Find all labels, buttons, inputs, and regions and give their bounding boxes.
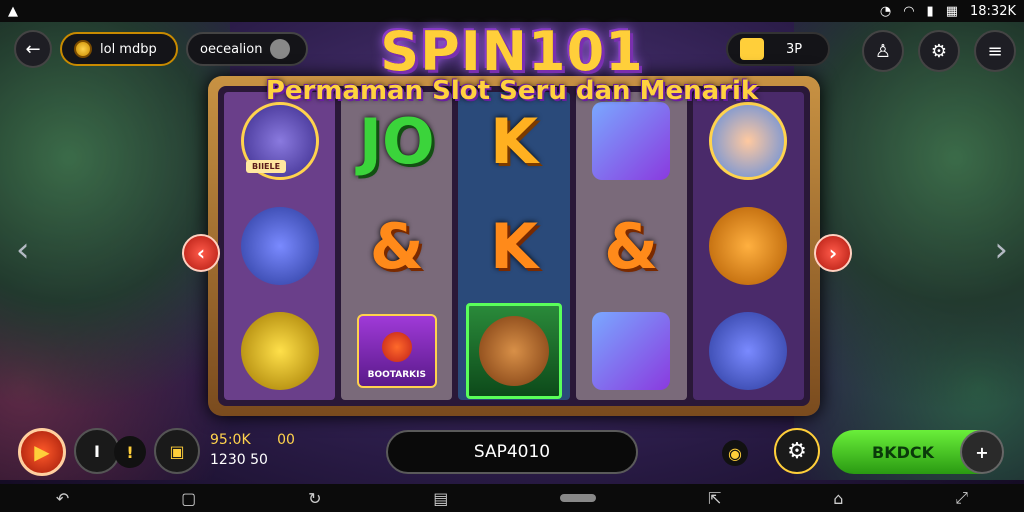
dog-symbol [709,311,788,390]
cube-symbol [592,311,671,390]
coin-small-icon: ◉ [728,443,742,463]
system-nav-bar: ↶ ▢ ↻ ▤ ⇱ ⌂ ⤢ [0,484,1024,512]
share-icon[interactable]: ⇱ [708,489,721,508]
symbol-ribbon: BIIELE [246,159,287,173]
square-icon[interactable]: ▢ [181,489,196,508]
screenshot-icon[interactable]: ▤ [433,489,448,508]
reel-cell: BOOTARKIS [341,301,452,400]
gamepad-icon[interactable]: ⌂ [833,489,843,508]
reel-3: KK [458,92,570,400]
spin-code-text: SAP4010 [473,442,551,462]
reel-cell: K [458,197,569,296]
pause-icon: I [94,441,100,461]
letter-symbol: & [604,209,659,283]
reel-1: BIIELE [224,92,336,400]
reel-cell [693,197,804,296]
back-nav-icon[interactable]: ↶ [56,489,69,508]
reel-cell [576,92,687,191]
play-icon: ▶ [34,440,50,464]
reel-cell: & [576,197,687,296]
prev-page-arrow[interactable]: ‹ [16,230,30,270]
alert-icon: ! [126,442,134,462]
home-pill-icon[interactable] [560,494,597,502]
reel-cell [693,92,804,191]
reel-left-arrow[interactable]: ‹ [182,234,220,272]
reel-cell: JO [341,92,452,191]
reel-cell [224,301,335,400]
fox-symbol [709,207,788,285]
bottom-bar: ▶ I ! ▣ 95:0K 00 1230 50 SAP4010 ◉ ⚙ BKD… [0,424,1024,480]
reel-cell [458,301,569,400]
spin-code-display: SAP4010 [386,430,638,474]
refresh-icon[interactable]: ↻ [308,489,321,508]
reel-cell [576,301,687,400]
flame-icon [381,331,412,362]
bear-icon [479,315,549,386]
dog-symbol [240,207,319,285]
info-button[interactable]: ! [114,436,146,468]
game-subtitle: Permaman Slot Seru dan Menarik [265,76,759,106]
bottom-settings-button[interactable]: ⚙ [774,428,820,474]
letter-symbol: & [369,209,424,283]
clock-time: 18:32K [970,3,1016,19]
cube-symbol [592,102,671,181]
card-symbol: BOOTARKIS [356,313,437,388]
letter-symbol: K [489,209,539,283]
reel-5 [692,92,805,400]
signal-icon: ▦ [945,3,958,19]
warning-triangle-icon: ▲ [8,3,18,19]
game-screen: ▲ ◔ ◠ ▮ ▦ 18:32K ← lol mdbp oecealion 3P… [0,0,1024,512]
reel-cell: BIIELE [224,92,335,191]
play-button[interactable]: ▶ [18,428,66,476]
girl-symbol [709,102,788,181]
reel-right-arrow[interactable]: › [814,234,852,272]
slot-frame: BIIELE JO & BOOTARKIS K K & [208,76,820,416]
card-label: BOOTARKIS [367,369,426,380]
plus-button[interactable]: + [960,430,1004,474]
gear-icon: ⚙ [787,438,807,464]
plus-icon: + [975,442,989,462]
letter-symbol: K [489,104,539,178]
lock-icon: ▣ [169,441,185,461]
lemon-symbol [240,311,319,390]
coin-small-button[interactable]: ◉ [722,440,748,466]
letter-symbol: JO [358,104,435,178]
reel-cell: K [458,92,569,191]
slot-reels: BIIELE JO & BOOTARKIS K K & [218,86,810,406]
reel-cell: & [341,197,452,296]
battery-icon: ▮ [926,3,934,19]
bet-line2: 1230 50 [210,452,268,468]
game-title: SPIN101 [380,20,644,83]
reel-cell [693,301,804,400]
expand-icon[interactable]: ⤢ [955,488,968,508]
wifi-icon: ◠ [903,3,915,19]
back-game-label: BKDCK [872,442,935,462]
reel-2: JO & BOOTARKIS [341,92,453,400]
bear-symbol [466,302,562,399]
bet-line1: 95:0K [210,432,251,448]
next-page-arrow[interactable]: › [994,230,1008,270]
alarm-icon: ◔ [879,3,892,19]
status-bar: ▲ ◔ ◠ ▮ ▦ 18:32K [0,0,1024,22]
bet-button[interactable]: ▣ [154,428,200,474]
reel-4: & [575,92,687,400]
bet-info: 95:0K 00 1230 50 [210,430,295,470]
reel-cell [224,197,335,296]
bet-line1-extra: 00 [277,432,295,448]
